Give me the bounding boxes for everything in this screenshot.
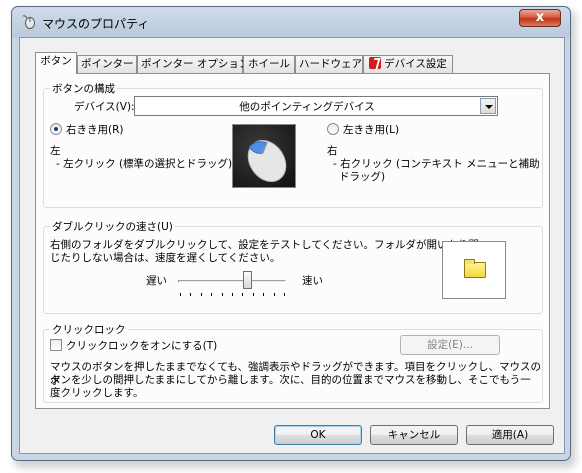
right-button-desc-line2: ドラッグ) (339, 171, 386, 183)
mouse-icon (22, 15, 35, 29)
click-lock-desc-line3: 度クリックします。 (50, 387, 144, 399)
apply-button[interactable]: 適用(A) (466, 425, 554, 445)
button-config-group: ボタンの構成 デバイス(V): 他のポインティングデバイス 右きき用(R) 左き… (43, 81, 543, 208)
group-title: ボタンの構成 (50, 81, 117, 96)
group-title: クリックロック (50, 322, 128, 337)
chevron-down-icon[interactable] (480, 98, 496, 114)
tab-buttons[interactable]: ボタン (35, 52, 77, 74)
tab-label: ボタン (40, 55, 72, 67)
slider-tick (263, 293, 265, 296)
double-click-desc-line2: じたりしない場合は、速度を遅くしてください。 (50, 252, 281, 264)
right-handed-label[interactable]: 右きき用(R) (66, 122, 124, 137)
dialog-client: ボタン ポインター ポインター オプション ホイール ハードウェア デバイス設定… (19, 37, 565, 454)
cancel-button[interactable]: キャンセル (370, 425, 458, 445)
device-label: デバイス(V): (74, 101, 135, 113)
slider-tick (190, 293, 192, 296)
title-bar[interactable]: マウスのプロパティ x (12, 7, 570, 37)
window-title: マウスのプロパティ (42, 17, 150, 31)
fast-label: 速い (302, 275, 323, 287)
click-lock-settings-button[interactable]: 設定(E)... (400, 335, 500, 355)
slider-tick (242, 293, 244, 296)
speed-slider-track[interactable] (178, 280, 286, 283)
slider-tick (221, 293, 223, 296)
mouse-properties-window: マウスのプロパティ x ボタン ポインター ポインター オプション ホイール ハ… (11, 6, 571, 461)
tab-panel-buttons: ボタンの構成 デバイス(V): 他のポインティングデバイス 右きき用(R) 左き… (35, 73, 550, 409)
tab-pointer-options[interactable]: ポインター オプション (137, 55, 249, 73)
slow-label: 遅い (146, 275, 167, 287)
click-lock-checkbox[interactable] (50, 339, 62, 351)
synaptics-icon (369, 57, 382, 69)
close-button[interactable]: x (519, 9, 561, 27)
close-icon: x (535, 10, 545, 25)
slider-tick (284, 293, 285, 296)
slider-tick (232, 293, 233, 296)
tab-pointers[interactable]: ポインター (77, 55, 137, 73)
device-value: 他のポインティングデバイス (239, 101, 375, 113)
double-click-speed-group: ダブルクリックの速さ(U) 右側のフォルダをダブルクリックして、設定をテストして… (43, 219, 543, 314)
test-folder-area[interactable] (442, 241, 506, 299)
tab-label: ポインター (81, 58, 134, 70)
tab-label: デバイス設定 (384, 58, 447, 70)
folder-icon[interactable] (464, 259, 486, 278)
group-title: ダブルクリックの速さ(U) (50, 219, 175, 234)
left-button-desc: - 左クリック (標準の選択とドラッグ) (56, 158, 233, 170)
tab-wheel[interactable]: ホイール (243, 55, 295, 73)
right-handed-radio[interactable] (50, 123, 62, 135)
slider-tick (180, 293, 181, 296)
click-lock-group: クリックロック クリックロックをオンにする(T) 設定(E)... マウスのボタ… (43, 322, 543, 403)
left-handed-radio[interactable] (327, 123, 339, 135)
click-lock-label[interactable]: クリックロックをオンにする(T) (66, 338, 217, 353)
click-lock-desc-line2: タンを少しの間押したままにしてから離します。次に、目的の位置までマウスを移動し、… (50, 374, 531, 386)
tab-label: ハードウェア (299, 58, 362, 70)
slider-tick (211, 293, 213, 296)
left-handed-label[interactable]: 左きき用(L) (343, 122, 399, 137)
slider-tick (273, 293, 275, 296)
mouse-image (232, 124, 296, 188)
slider-tick (252, 293, 254, 296)
speed-slider-thumb[interactable] (243, 271, 253, 289)
ok-button[interactable]: OK (274, 425, 362, 445)
slider-tick (200, 293, 202, 296)
tab-label: ポインター オプション (141, 58, 250, 70)
tab-device-settings[interactable]: デバイス設定 (363, 55, 453, 73)
device-combobox[interactable]: 他のポインティングデバイス (134, 96, 498, 116)
tab-label: ホイール (248, 58, 290, 70)
tab-hardware[interactable]: ハードウェア (295, 55, 363, 73)
